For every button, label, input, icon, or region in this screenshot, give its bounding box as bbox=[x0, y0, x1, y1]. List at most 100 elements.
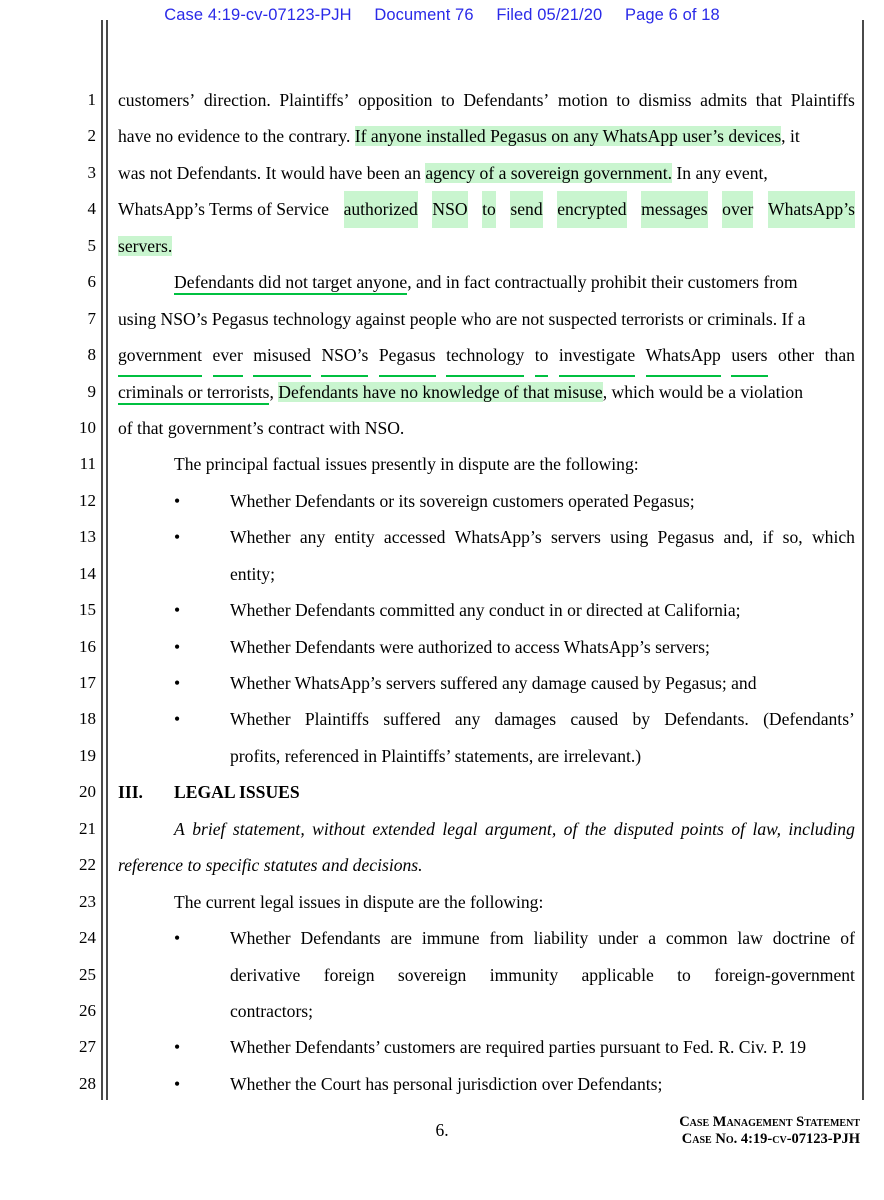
word: applicable bbox=[581, 964, 654, 985]
bullet-icon: • bbox=[174, 1037, 181, 1058]
line-number: 2 bbox=[87, 126, 97, 146]
word: brief bbox=[192, 818, 226, 839]
text-line-20-section-heading: III. LEGAL ISSUES bbox=[118, 774, 855, 810]
highlighted-text: agency of a sovereign government. bbox=[425, 162, 673, 183]
line-number: 17 bbox=[79, 673, 96, 692]
plain-text: WhatsApp’s Terms of Service bbox=[118, 199, 329, 220]
text-line-25: derivative foreign sovereign immunity ap… bbox=[118, 957, 855, 993]
word: sovereign bbox=[397, 964, 467, 985]
underlined-text: Pegasus bbox=[378, 337, 436, 377]
footer-caption-case-number: Case No. 4:19-cv-07123-PJH bbox=[681, 1131, 860, 1147]
word: customers’ bbox=[118, 90, 196, 110]
word: of bbox=[731, 818, 745, 839]
court-document-page: { "header": { "case": "Case 4:19-cv-0712… bbox=[0, 0, 884, 1200]
line-number: 15 bbox=[79, 600, 96, 620]
word: using bbox=[610, 527, 649, 548]
line-number: 9 bbox=[87, 381, 97, 401]
left-margin-rule-outer bbox=[101, 20, 103, 1100]
bullet-icon: • bbox=[174, 490, 181, 511]
word: derivative bbox=[230, 964, 301, 985]
bullet-icon: • bbox=[174, 636, 181, 657]
plain-text: Whether Defendants committed any conduct… bbox=[230, 600, 741, 621]
word: of bbox=[563, 818, 578, 839]
line-number: 26 bbox=[79, 1000, 96, 1020]
plain-text: Whether WhatsApp’s servers suffered any … bbox=[230, 673, 757, 693]
word: Defendants bbox=[300, 928, 381, 949]
text-line-21: A brief statement, without extended lega… bbox=[118, 811, 855, 847]
bullet-icon: • bbox=[174, 928, 181, 949]
text-line-27: • Whether Defendants’ customers are requ… bbox=[118, 1029, 855, 1065]
line-number: 19 bbox=[79, 745, 96, 765]
ecf-document-number: Document 76 bbox=[374, 6, 474, 24]
word: Pegasus bbox=[657, 527, 715, 548]
document-body: customers’ direction. Plaintiffs’ opposi… bbox=[118, 82, 855, 1102]
word: Defendants. bbox=[664, 709, 749, 730]
word: other bbox=[778, 345, 815, 366]
word: direction. bbox=[203, 90, 271, 110]
text-line-10: of that government’s contract with NSO. bbox=[118, 410, 855, 446]
highlighted-text: NSO bbox=[432, 191, 468, 228]
line-number: 27 bbox=[79, 1037, 96, 1057]
line-number: 25 bbox=[79, 964, 96, 984]
plain-text: Whether Defendants’ customers are requir… bbox=[230, 1037, 807, 1058]
word: liability bbox=[533, 928, 589, 949]
word: common bbox=[665, 928, 728, 949]
underlined-text: to bbox=[534, 337, 549, 377]
word: argument, bbox=[485, 818, 557, 839]
plain-text: profits, referenced in Plaintiffs’ state… bbox=[230, 745, 642, 766]
word: Whether bbox=[230, 709, 291, 730]
word: Plaintiffs bbox=[790, 90, 855, 110]
text-line-14: entity; bbox=[118, 556, 855, 592]
word: than bbox=[824, 345, 855, 366]
text-line-11: The principal factual issues presently i… bbox=[118, 446, 855, 482]
word: by bbox=[632, 709, 651, 730]
footer-caption-title: Case Management Statement bbox=[679, 1114, 860, 1130]
ecf-header-stamp: Case 4:19-cv-07123-PJH Document 76 Filed… bbox=[0, 6, 884, 25]
plain-text: using NSO’s Pegasus technology against p… bbox=[118, 308, 806, 329]
text-line-16: • Whether Defendants were authorized to … bbox=[118, 629, 855, 665]
word: opposition bbox=[358, 90, 433, 110]
word: Whether bbox=[230, 527, 291, 548]
text-line-24: • Whether Defendants are immune from lia… bbox=[118, 920, 855, 956]
bullet-icon: • bbox=[174, 600, 181, 621]
word: admits bbox=[700, 90, 748, 110]
highlighted-text: servers. bbox=[118, 235, 173, 256]
plain-text: have no evidence to the contrary. bbox=[118, 126, 351, 147]
word: foreign bbox=[323, 964, 375, 985]
word: points bbox=[680, 818, 724, 839]
line-number: 10 bbox=[79, 417, 96, 437]
text-line-5: servers. bbox=[118, 228, 855, 264]
text-line-26: contractors; bbox=[118, 993, 855, 1029]
plain-text: The current legal issues in dispute are … bbox=[174, 891, 544, 912]
line-number: 22 bbox=[79, 855, 96, 875]
word: damages bbox=[494, 709, 557, 730]
ecf-case-number: Case 4:19-cv-07123-PJH bbox=[164, 6, 352, 24]
word: if bbox=[762, 527, 774, 548]
line-number: 4 bbox=[87, 199, 97, 219]
line-number-gutter: 1 2 3 4 5 6 7 8 9 10 11 12 13 14 15 16 1… bbox=[62, 82, 96, 1102]
word: Defendants’ bbox=[463, 90, 550, 110]
plain-text: Whether Defendants or its sovereign cust… bbox=[230, 490, 695, 511]
word: any bbox=[299, 527, 326, 548]
word: entity bbox=[334, 527, 375, 548]
word: caused bbox=[570, 709, 619, 730]
word: are bbox=[390, 928, 412, 949]
line-number: 13 bbox=[79, 527, 96, 547]
highlighted-text: to bbox=[482, 191, 496, 228]
word: servers bbox=[551, 527, 601, 548]
highlighted-text: authorized bbox=[343, 191, 418, 228]
word: under bbox=[598, 928, 639, 949]
text-line-4: WhatsApp’s Terms of Service authorized N… bbox=[118, 191, 855, 228]
highlighted-text: encrypted bbox=[557, 191, 627, 228]
line-number: 8 bbox=[87, 345, 97, 365]
ecf-filed-date: Filed 05/21/20 bbox=[496, 6, 603, 24]
line-number: 3 bbox=[87, 162, 97, 182]
text-line-18: • Whether Plaintiffs suffered any damage… bbox=[118, 701, 855, 737]
line-number: 21 bbox=[79, 818, 96, 838]
line-number: 12 bbox=[79, 490, 96, 510]
underlined-text: misused bbox=[253, 337, 311, 377]
word: doctrine bbox=[772, 928, 831, 949]
word: that bbox=[755, 90, 783, 110]
underlined-text: users bbox=[731, 337, 768, 377]
word: (Defendants’ bbox=[763, 709, 855, 730]
